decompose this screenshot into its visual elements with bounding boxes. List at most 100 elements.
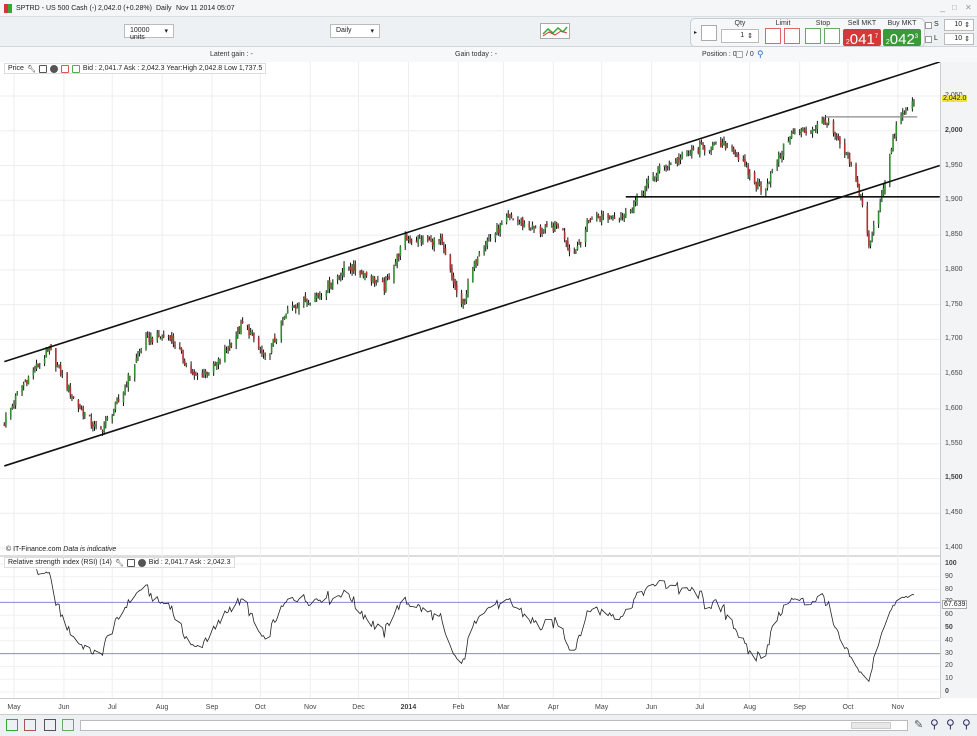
price-bar-body <box>608 215 611 217</box>
price-bar-body <box>523 223 526 228</box>
price-bar-body <box>150 336 152 341</box>
rsi-line <box>36 569 915 683</box>
price-bar-body <box>26 379 28 385</box>
month-tick-label: Jul <box>107 704 117 711</box>
price-bar-body <box>732 147 735 154</box>
price-bar-body <box>307 303 310 305</box>
search-positions-icon[interactable]: ⚲ <box>757 49 764 60</box>
position-box-icon[interactable] <box>736 51 743 58</box>
l-stepper[interactable]: 10 ⇕ <box>944 33 974 45</box>
buy-price-decimal: 3 <box>914 34 919 40</box>
add-drawing-icon[interactable] <box>71 64 80 73</box>
month-tick-label: Nov <box>891 704 905 711</box>
price-bar-body <box>455 284 458 293</box>
s-checkbox[interactable] <box>925 22 932 29</box>
chart-type-button[interactable] <box>540 23 570 39</box>
qty-stepper[interactable]: 1 ⇕ <box>721 29 759 43</box>
period-dropdown[interactable]: Daily ▾ <box>330 24 380 38</box>
price-bar-body <box>248 326 250 336</box>
stop-buy-button[interactable] <box>824 28 840 44</box>
layout-icon[interactable] <box>62 719 74 731</box>
price-bar-body <box>286 309 289 314</box>
price-bar-body <box>713 142 716 146</box>
price-bar-body <box>877 210 880 225</box>
wrench-settings-icon[interactable] <box>701 25 717 41</box>
price-bar-body <box>340 276 342 278</box>
price-bar-body <box>72 396 75 399</box>
price-bar-body <box>719 140 722 148</box>
price-bar-body <box>396 254 398 264</box>
price-bar-body <box>90 417 93 426</box>
price-bar-body <box>467 282 469 295</box>
price-bar-body <box>834 132 836 136</box>
price-bar-body <box>370 275 373 282</box>
price-bar-body <box>146 333 149 335</box>
price-bar-body <box>104 419 107 426</box>
price-bar-body <box>871 235 873 240</box>
limit-buy-button[interactable] <box>784 28 800 44</box>
price-bar-body <box>531 224 534 229</box>
l-checkbox[interactable] <box>925 36 932 43</box>
close-icon[interactable]: ✕ <box>965 3 972 12</box>
s-stepper[interactable]: 10 ⇕ <box>944 19 974 31</box>
zoom-out-icon[interactable]: ⚲ <box>946 717 955 731</box>
price-bar-body <box>781 154 783 159</box>
minimize-icon[interactable]: _ <box>940 2 945 12</box>
compare-icon[interactable] <box>24 719 36 731</box>
zoom-in-icon[interactable]: ⚲ <box>962 717 971 731</box>
price-bar-body <box>135 357 138 363</box>
price-bar-body <box>555 222 558 226</box>
horizontal-scrollbar[interactable] <box>80 720 908 731</box>
price-bar-body <box>206 371 208 375</box>
price-bar-body <box>534 226 537 228</box>
chart-area[interactable] <box>0 62 940 698</box>
wrench-icon[interactable]: 🔧︎ <box>115 559 124 567</box>
wrench-icon[interactable]: 🔧︎ <box>27 65 36 73</box>
price-bar-body <box>821 119 824 124</box>
stop-sell-button[interactable] <box>805 28 821 44</box>
price-bar-body <box>9 408 12 419</box>
export-icon[interactable] <box>6 719 18 731</box>
price-bar-body <box>71 396 73 398</box>
price-bar-body <box>56 364 59 367</box>
close-circle-icon[interactable] <box>137 558 146 567</box>
add-indicator-icon[interactable] <box>60 64 69 73</box>
zoom-fit-icon[interactable]: ⚲ <box>930 717 939 731</box>
price-bar-body <box>341 272 344 276</box>
price-bar-body <box>291 305 294 308</box>
scrollbar-thumb[interactable] <box>851 722 891 729</box>
price-bar-body <box>274 336 276 342</box>
units-dropdown[interactable]: 10000 units ▾ <box>124 24 174 41</box>
price-bar-body <box>787 140 790 143</box>
window-icon[interactable] <box>38 64 47 73</box>
price-bar-body <box>426 235 429 241</box>
price-bar-body <box>328 280 331 289</box>
maximize-icon[interactable]: □ <box>952 3 957 12</box>
price-bar-body <box>439 237 442 241</box>
price-bar-body <box>285 314 287 319</box>
snapshot-icon[interactable] <box>44 719 56 731</box>
month-tick-label: Aug <box>743 704 756 711</box>
period-value: Daily <box>336 27 352 34</box>
price-bar-body <box>69 386 72 396</box>
price-bar-body <box>179 346 181 350</box>
price-bar-body <box>66 373 68 390</box>
price-bar-body <box>813 129 815 131</box>
price-bar-body <box>882 188 885 196</box>
price-bar-body <box>464 299 466 302</box>
sell-market-button[interactable]: 20417 <box>843 29 881 48</box>
limit-sell-button[interactable] <box>765 28 781 44</box>
price-bar-body <box>449 254 452 270</box>
title-bar: SPTRD - US 500 Cash (-) 2,042.0 (+0.28%)… <box>0 0 977 17</box>
buy-market-button[interactable]: 20423 <box>883 29 921 48</box>
draw-pencil-icon[interactable]: ✎ <box>914 718 923 731</box>
rsi-label: Relative strength index (RSI) (14) <box>8 559 112 566</box>
price-bar-body <box>159 338 162 339</box>
expand-arrow-icon[interactable]: ▸ <box>694 29 697 36</box>
price-bar-body <box>911 101 914 109</box>
window-icon[interactable] <box>126 558 135 567</box>
price-bar-body <box>644 187 646 196</box>
close-circle-icon[interactable] <box>49 64 58 73</box>
price-bar-body <box>505 216 508 223</box>
price-tick-label: 1,550 <box>945 439 963 447</box>
